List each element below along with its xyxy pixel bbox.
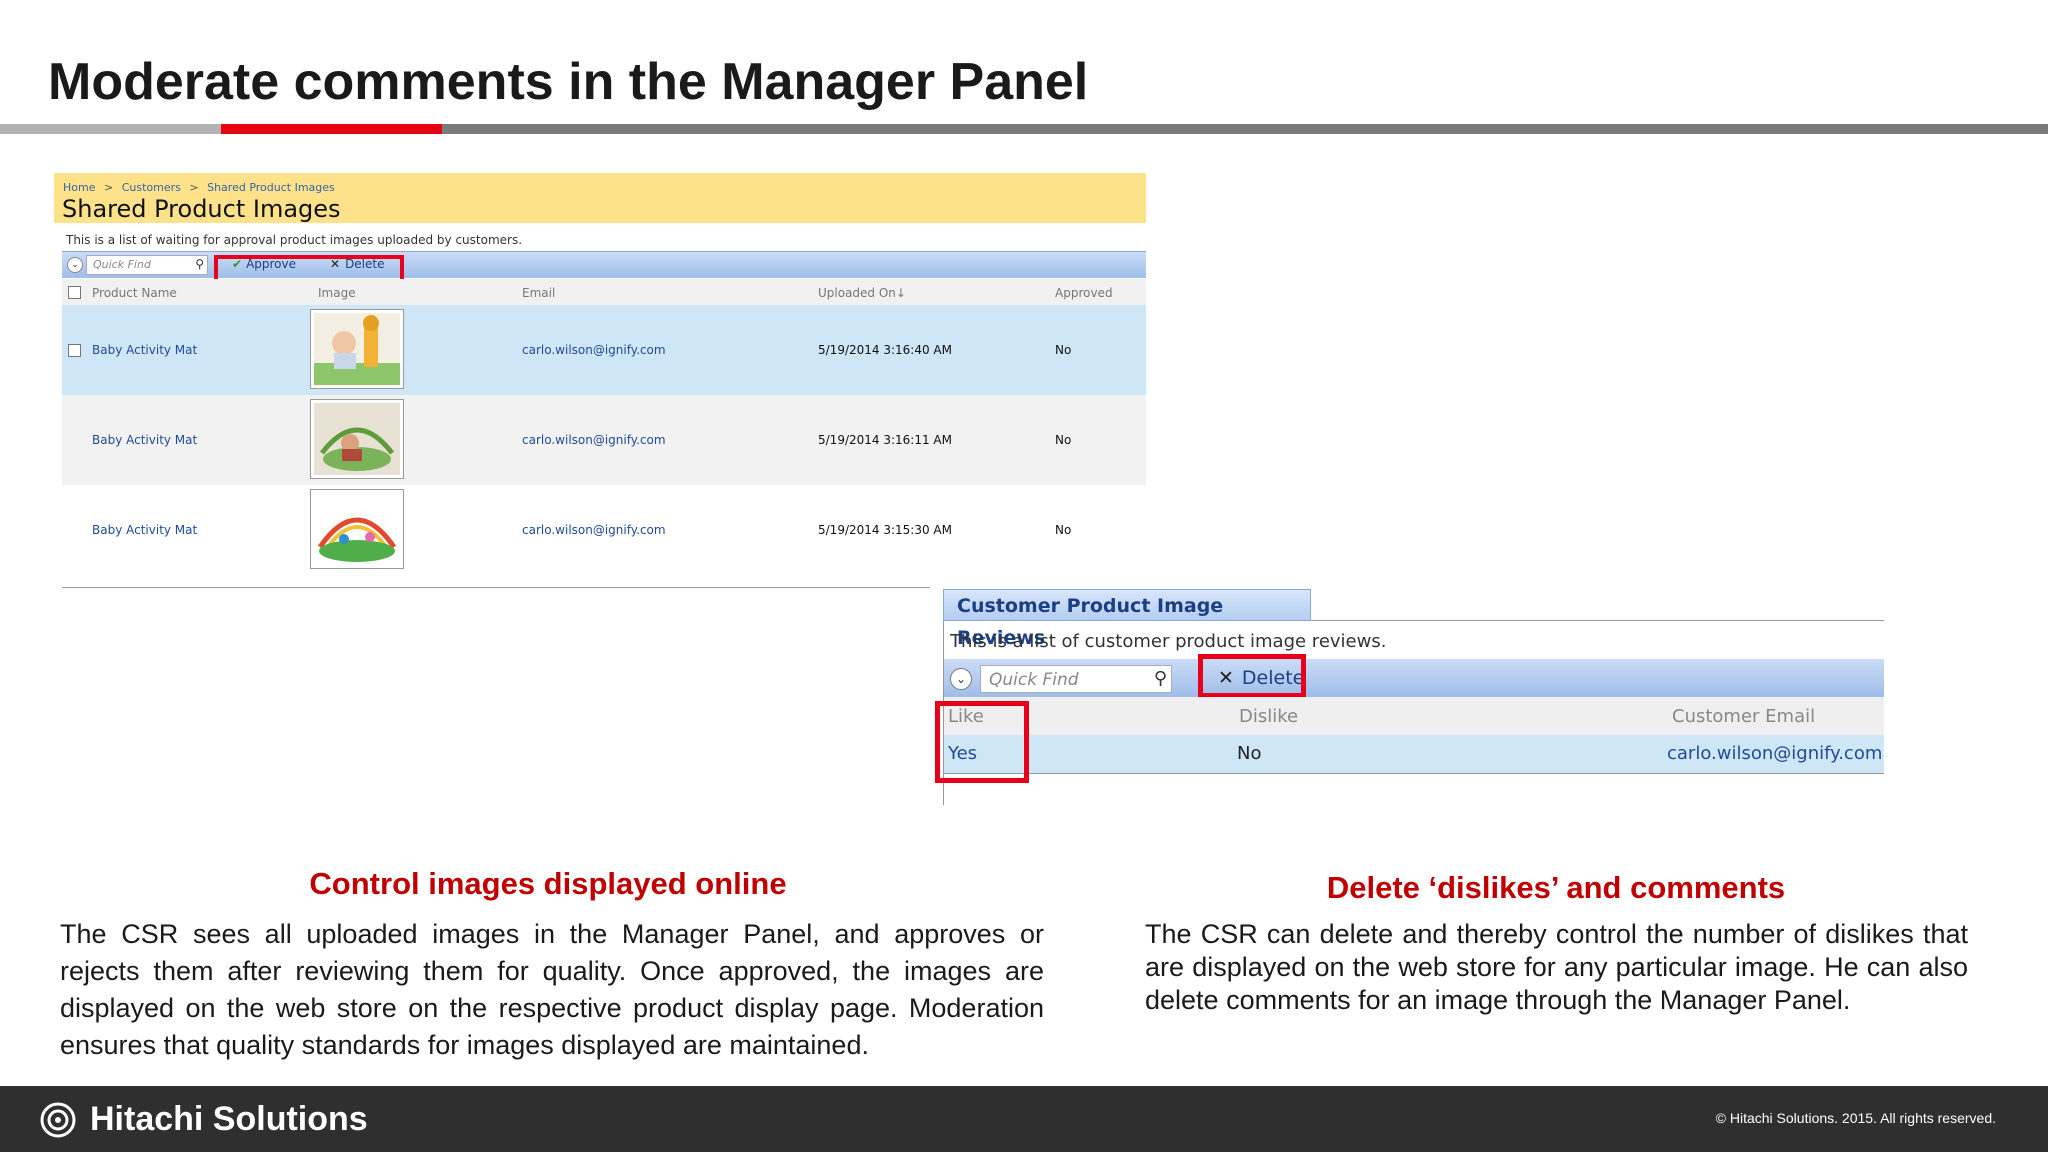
customer-email-link[interactable]: carlo.wilson@ignify.com — [1667, 743, 1882, 764]
logo-text: Hitachi Solutions — [90, 1100, 368, 1138]
breadcrumb-current[interactable]: Shared Product Images — [207, 181, 335, 194]
column-image[interactable]: Image — [318, 286, 356, 300]
email-link[interactable]: carlo.wilson@ignify.com — [522, 433, 666, 447]
breadcrumb: Home > Customers > Shared Product Images — [63, 181, 340, 194]
quick-find-input[interactable]: Quick Find ⚲ — [980, 665, 1172, 693]
breadcrumb-home[interactable]: Home — [63, 181, 95, 194]
approved-status: No — [1055, 433, 1072, 447]
list-description: This is a list of waiting for approval p… — [66, 233, 523, 247]
column-dislike[interactable]: Dislike — [1239, 706, 1298, 727]
highlight-box — [1198, 654, 1306, 698]
table-header: Product Name Image Email Uploaded On↓ Ap… — [62, 279, 1146, 305]
title-rule-grey-segment — [0, 124, 221, 134]
quick-find-placeholder: Quick Find — [989, 670, 1079, 690]
table-row[interactable]: Baby Activity Mat carlo.wilson@ignify.co… — [62, 485, 1146, 575]
product-image — [314, 313, 400, 385]
tab-rule — [1311, 620, 1884, 621]
title-rule — [0, 124, 2048, 134]
page-header: Home > Customers > Shared Product Images… — [54, 173, 1146, 223]
dislike-value: No — [1237, 743, 1262, 764]
product-name-link[interactable]: Baby Activity Mat — [92, 433, 197, 447]
table-row[interactable]: Baby Activity Mat carlo.wilson@ignify.co… — [62, 305, 1146, 395]
breadcrumb-separator: > — [103, 181, 114, 194]
product-name-link[interactable]: Baby Activity Mat — [92, 523, 197, 537]
left-caption-body: The CSR sees all uploaded images in the … — [60, 919, 1044, 1060]
search-icon[interactable]: ⚲ — [195, 257, 204, 271]
column-product-name[interactable]: Product Name — [92, 286, 177, 300]
product-image — [314, 403, 400, 475]
product-thumbnail[interactable] — [310, 309, 404, 389]
breadcrumb-customers[interactable]: Customers — [122, 181, 181, 194]
search-icon[interactable]: ⚲ — [1154, 668, 1167, 689]
right-caption-heading: Delete ‘dislikes’ and comments — [1326, 870, 1786, 905]
hitachi-logo-icon — [40, 1102, 76, 1138]
product-thumbnail[interactable] — [310, 399, 404, 479]
uploaded-on: 5/19/2014 3:16:11 AM — [818, 433, 952, 447]
email-link[interactable]: carlo.wilson@ignify.com — [522, 523, 666, 537]
email-link[interactable]: carlo.wilson@ignify.com — [522, 343, 666, 357]
highlight-box — [935, 701, 1029, 783]
product-name-link[interactable]: Baby Activity Mat — [92, 343, 197, 357]
list-description: This is a list of customer product image… — [950, 631, 1387, 652]
column-email[interactable]: Email — [522, 286, 555, 300]
left-caption-heading: Control images displayed online — [309, 866, 787, 901]
column-approved[interactable]: Approved — [1055, 286, 1113, 300]
table-row[interactable]: Yes No carlo.wilson@ignify.com — [944, 735, 1884, 773]
approved-status: No — [1055, 523, 1072, 537]
chevron-down-icon[interactable]: ⌄ — [950, 668, 972, 690]
table-row[interactable]: Baby Activity Mat carlo.wilson@ignify.co… — [62, 395, 1146, 485]
select-all-checkbox[interactable] — [68, 286, 81, 299]
image-reviews-screenshot: Customer Product Image Reviews This is a… — [935, 587, 1944, 819]
breadcrumb-separator: > — [189, 181, 199, 194]
page-title: Shared Product Images — [62, 195, 341, 223]
quick-find-input[interactable]: Quick Find ⚲ — [86, 255, 208, 275]
title-rule-red-segment — [221, 124, 442, 134]
footer: Hitachi Solutions © Hitachi Solutions. 2… — [0, 1086, 2048, 1152]
chevron-down-icon[interactable]: ⌄ — [67, 257, 83, 273]
right-caption-body: The CSR can delete and thereby control t… — [1145, 919, 1968, 1015]
uploaded-on: 5/19/2014 3:16:40 AM — [818, 343, 952, 357]
table-bottom-rule — [944, 773, 1884, 774]
column-customer-email[interactable]: Customer Email — [1672, 706, 1815, 727]
copyright-notice: © Hitachi Solutions. 2015. All rights re… — [1715, 1110, 1996, 1126]
tab-customer-product-image-reviews[interactable]: Customer Product Image Reviews — [943, 589, 1311, 649]
product-thumbnail[interactable] — [310, 489, 404, 569]
list-toolbar: ⌄ Quick Find ⚲ ✕ Delete — [944, 659, 1884, 697]
table-header: Like Dislike Customer Email — [944, 697, 1884, 735]
product-image — [314, 493, 400, 565]
slide-title: Moderate comments in the Manager Panel — [48, 53, 1089, 111]
shared-product-images-screenshot: Home > Customers > Shared Product Images… — [54, 173, 1146, 589]
column-uploaded-on[interactable]: Uploaded On↓ — [818, 286, 906, 300]
approved-status: No — [1055, 343, 1072, 357]
table-bottom-rule — [62, 587, 930, 588]
quick-find-placeholder: Quick Find — [93, 258, 151, 271]
uploaded-on: 5/19/2014 3:15:30 AM — [818, 523, 952, 537]
row-checkbox[interactable] — [68, 344, 81, 357]
